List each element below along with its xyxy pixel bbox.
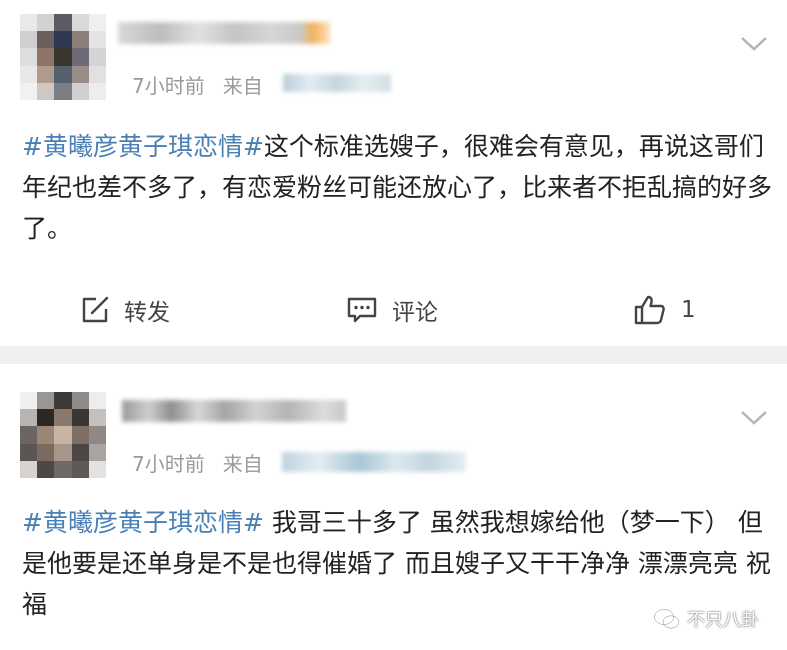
post-source-label: 来自: [222, 74, 263, 98]
post-meta: 7小时前 来自: [132, 70, 263, 99]
username-blurred[interactable]: [122, 400, 346, 422]
post-time: 7小时前: [132, 452, 205, 476]
like-button[interactable]: 1: [633, 292, 696, 328]
wechat-icon: [653, 608, 680, 630]
post-meta: 7小时前 来自: [132, 448, 263, 477]
post-time: 7小时前: [132, 74, 205, 98]
repost-icon: [82, 296, 109, 323]
watermark: 不只八卦: [653, 606, 759, 632]
source-blurred: [282, 452, 466, 472]
chevron-down-icon[interactable]: [739, 408, 769, 428]
like-count: 1: [681, 297, 696, 323]
repost-button[interactable]: 转发: [80, 292, 170, 328]
post-card: 7小时前 来自 #黄曦彦黄子琪恋情#这个标准选嫂子，很难会有意见，再说这哥们年纪也…: [0, 0, 787, 346]
like-icon: [634, 295, 665, 325]
post-card: 7小时前 来自 #黄曦彦黄子琪恋情# 我哥三十多了 虽然我想嫁给他（梦一下） 但是…: [0, 364, 787, 650]
post-divider: [0, 346, 787, 364]
weibo-comment-screenshot: 7小时前 来自 #黄曦彦黄子琪恋情#这个标准选嫂子，很难会有意见，再说这哥们年纪也…: [0, 0, 787, 650]
comment-label: 评论: [392, 300, 438, 326]
chevron-down-icon[interactable]: [739, 34, 769, 54]
comment-button[interactable]: 评论: [346, 292, 438, 328]
hashtag-link[interactable]: #黄曦彦黄子琪恋情#: [22, 132, 264, 161]
username-blurred[interactable]: [118, 22, 330, 44]
watermark-text: 不只八卦: [687, 610, 759, 631]
action-bar: 转发 评论 1: [0, 284, 787, 336]
source-blurred: [283, 74, 391, 92]
comment-icon: [347, 297, 377, 323]
hashtag-link[interactable]: #黄曦彦黄子琪恋情#: [22, 508, 264, 537]
post-content: #黄曦彦黄子琪恋情#这个标准选嫂子，很难会有意见，再说这哥们年纪也差不多了，有恋…: [22, 126, 772, 249]
repost-label: 转发: [124, 300, 170, 326]
avatar[interactable]: [20, 392, 106, 478]
post-source-label: 来自: [222, 452, 263, 476]
avatar[interactable]: [20, 14, 106, 100]
